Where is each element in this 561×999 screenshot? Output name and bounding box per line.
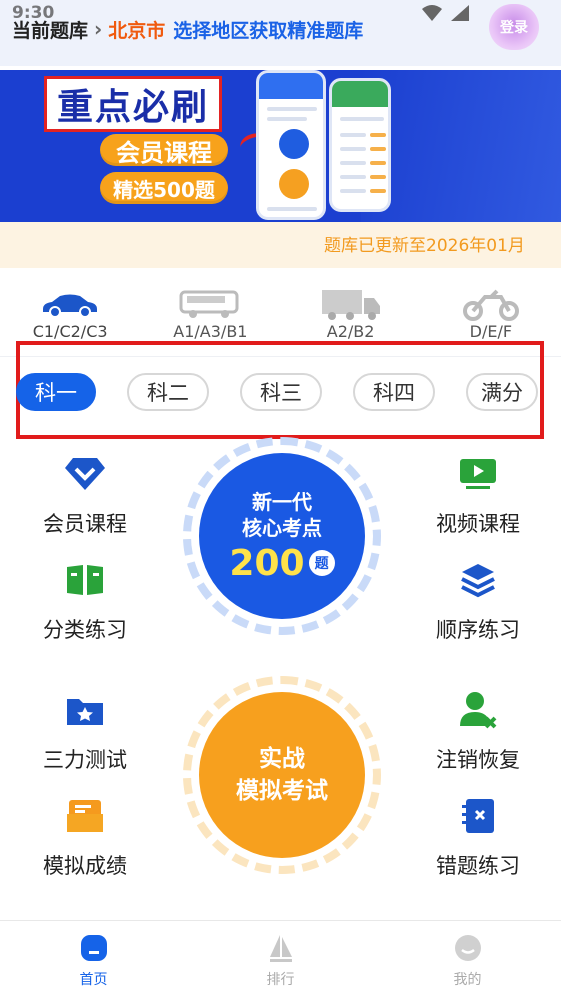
nav-ranking[interactable]: 排行 — [187, 921, 374, 999]
update-notice: 题库已更新至2026年01月 — [0, 222, 561, 268]
home-icon — [80, 935, 107, 961]
mock-exam-button[interactable]: 实战 模拟考试 — [199, 692, 365, 858]
current-bank-label: 当前题库 — [12, 19, 89, 42]
city-name[interactable]: 北京市 — [108, 16, 165, 43]
car-icon — [43, 294, 98, 317]
license-label: C1/C2/C3 — [32, 322, 108, 341]
feature-sequential-practice[interactable]: 顺序练习 — [418, 558, 538, 644]
feature-wrong-questions[interactable]: 错题练习 — [418, 794, 538, 880]
update-notice-text: 题库已更新至2026年01月 — [324, 236, 525, 256]
banner-decoration — [361, 70, 561, 222]
profile-face-icon — [454, 935, 481, 961]
banner-pill-500-questions: 精选500题 — [100, 172, 228, 204]
sail-icon — [269, 935, 292, 962]
region-prompt[interactable]: 选择地区获取精准题库 — [173, 16, 363, 43]
score-box-icon — [67, 800, 103, 832]
diamond-icon — [65, 458, 105, 490]
banner-title: 重点必刷 — [44, 76, 222, 132]
feature-label: 顺序练习 — [436, 618, 520, 642]
truck-icon — [321, 290, 380, 320]
core-points-button[interactable]: 新一代 核心考点 200 题 — [199, 453, 365, 619]
tab-subject-3[interactable]: 科三 — [240, 373, 322, 411]
nav-mine[interactable]: 我的 — [374, 921, 561, 999]
core-points-unit: 题 — [308, 550, 335, 576]
book-icon — [67, 565, 103, 595]
bottom-nav: 首页 排行 我的 — [0, 920, 561, 999]
wifi-icon — [422, 5, 442, 21]
notebook-x-icon — [462, 799, 494, 833]
status-icons — [421, 4, 471, 22]
mock-exam-line1: 实战 — [259, 746, 305, 772]
tab-subject-2[interactable]: 科二 — [127, 373, 209, 411]
license-label: A2/B2 — [326, 322, 375, 341]
feature-label: 错题练习 — [436, 854, 520, 878]
core-points-count: 200 题 — [229, 542, 335, 584]
core-points-number: 200 — [229, 542, 305, 584]
motorcycle-icon — [462, 289, 519, 321]
top-bar: 9:30 当前题库 › 北京市 选择地区获取精准题库 登录 — [0, 0, 561, 66]
feature-label: 三力测试 — [43, 748, 127, 772]
folder-star-icon — [67, 699, 103, 725]
core-points-line2: 核心考点 — [242, 515, 322, 540]
chevron-right-icon: › — [94, 17, 103, 41]
nav-label: 首页 — [79, 972, 108, 988]
feature-video-course[interactable]: 视频课程 — [418, 452, 538, 538]
banner-pill-member-course: 会员课程 — [100, 134, 228, 167]
feature-category-practice[interactable]: 分类练习 — [25, 558, 145, 644]
feature-three-ability-test[interactable]: 三力测试 — [25, 688, 145, 774]
feature-member-course[interactable]: 会员课程 — [25, 452, 145, 538]
tab-subject-1[interactable]: 科一 — [16, 373, 96, 411]
mock-exam-line2: 模拟考试 — [236, 778, 328, 804]
bus-icon — [179, 290, 239, 318]
license-label: A1/A3/B1 — [173, 322, 248, 341]
phone-mockup-image — [329, 78, 391, 212]
play-video-icon — [460, 459, 496, 489]
core-points-line1: 新一代 — [252, 489, 312, 514]
login-button[interactable]: 登录 — [489, 4, 539, 50]
home-screen: 9:30 当前题库 › 北京市 选择地区获取精准题库 登录 重点必刷 会员课程 … — [0, 0, 561, 999]
phone-mockup-image — [256, 70, 326, 220]
signal-icon — [451, 5, 469, 21]
feature-label: 模拟成绩 — [43, 854, 127, 878]
feature-label: 视频课程 — [436, 512, 520, 536]
feature-label: 分类练习 — [43, 618, 127, 642]
layers-icon — [461, 564, 495, 598]
nav-label: 我的 — [453, 972, 482, 988]
tab-full-score[interactable]: 满分 — [466, 373, 538, 411]
tab-subject-4[interactable]: 科四 — [353, 373, 435, 411]
user-remove-icon — [460, 692, 497, 729]
feature-cancel-restore[interactable]: 注销恢复 — [418, 688, 538, 774]
feature-mock-score[interactable]: 模拟成绩 — [25, 794, 145, 880]
feature-label: 注销恢复 — [436, 748, 520, 772]
license-label: D/E/F — [469, 322, 513, 341]
promo-banner[interactable]: 重点必刷 会员课程 精选500题 — [0, 70, 561, 222]
nav-home[interactable]: 首页 — [0, 921, 187, 999]
feature-label: 会员课程 — [43, 512, 127, 536]
region-selector[interactable]: 当前题库 › 北京市 选择地区获取精准题库 — [12, 14, 363, 44]
nav-label: 排行 — [266, 972, 295, 988]
